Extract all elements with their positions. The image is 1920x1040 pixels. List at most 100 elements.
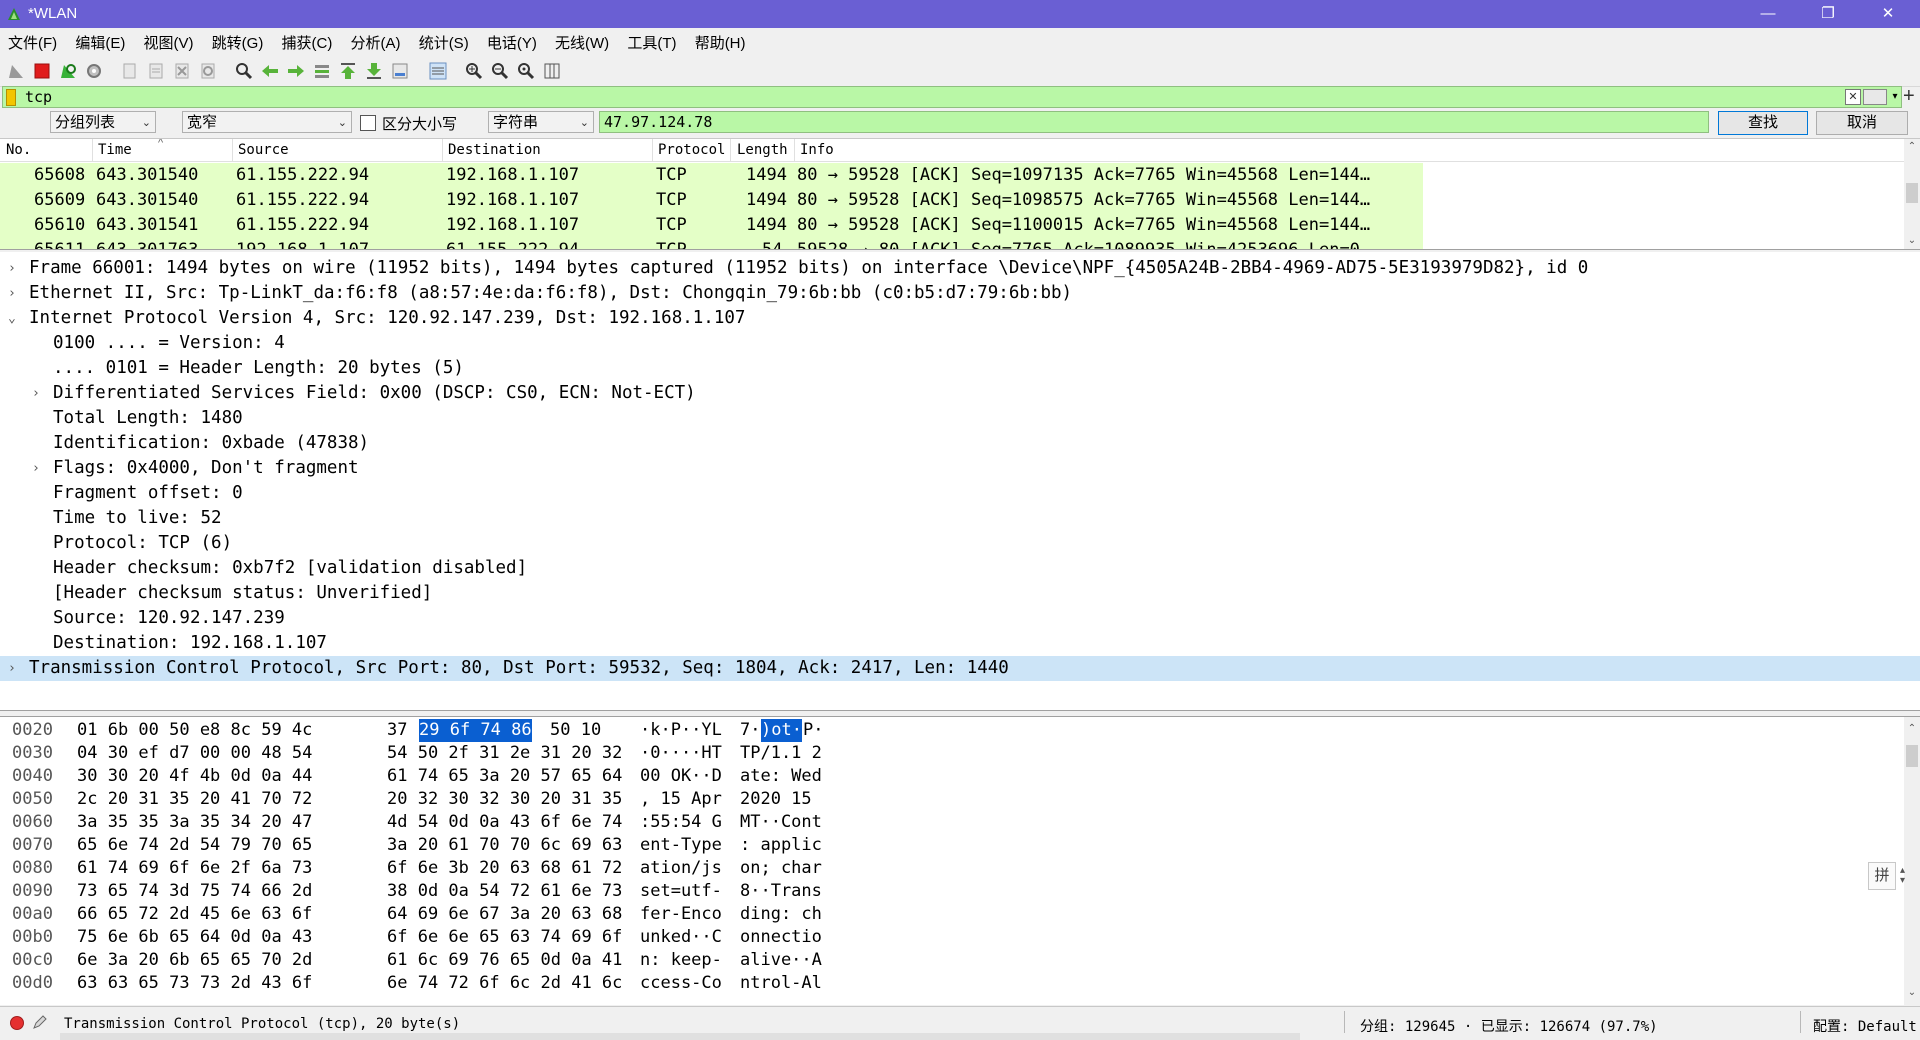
- search-input[interactable]: 47.97.124.78: [599, 111, 1709, 133]
- menu-help[interactable]: 帮助(H): [687, 28, 752, 53]
- profile-status[interactable]: 配置: Default: [1813, 1016, 1917, 1036]
- column-header-source[interactable]: Source: [238, 142, 289, 158]
- close-button[interactable]: ✕: [1860, 0, 1916, 28]
- column-header-destination[interactable]: Destination: [448, 142, 541, 158]
- tree-item[interactable]: .... 0101 = Header Length: 20 bytes (5): [0, 356, 1920, 381]
- shark-fin-start-icon[interactable]: [6, 61, 26, 81]
- scroll-up-icon[interactable]: ⌃: [1904, 721, 1920, 737]
- expand-arrow-icon[interactable]: ›: [8, 656, 22, 681]
- tree-item[interactable]: ⌄ Internet Protocol Version 4, Src: 120.9…: [0, 306, 1920, 331]
- column-header-no[interactable]: No.: [6, 142, 31, 158]
- packet-row[interactable]: 65608 643.301540 61.155.222.94 192.168.1…: [0, 163, 1423, 188]
- tree-item[interactable]: › Flags: 0x4000, Don't fragment: [0, 456, 1920, 481]
- zoom-normal-icon[interactable]: [516, 61, 536, 81]
- scroll-down-icon[interactable]: ⌄: [1904, 233, 1920, 249]
- tree-item[interactable]: Source: 120.92.147.239: [0, 606, 1920, 631]
- collapse-arrow-icon[interactable]: ⌄: [8, 306, 22, 331]
- colorize-icon[interactable]: [428, 61, 448, 81]
- bytes-pane-scrollbar[interactable]: ⌃ ⌄: [1904, 717, 1920, 1005]
- case-sensitive-checkbox[interactable]: [360, 115, 376, 131]
- tree-item-selected[interactable]: › Transmission Control Protocol, Src Port…: [0, 656, 1920, 681]
- column-header-info[interactable]: Info: [800, 142, 834, 158]
- tree-item[interactable]: › Ethernet II, Src: Tp-LinkT_da:f6:f8 (a8…: [0, 281, 1920, 306]
- scroll-up-icon[interactable]: ⌃: [1904, 139, 1920, 155]
- column-divider[interactable]: [442, 139, 443, 161]
- expand-arrow-icon[interactable]: ›: [8, 256, 22, 281]
- close-file-icon[interactable]: [172, 61, 192, 81]
- display-filter-bar[interactable]: tcp ✕ ▾: [2, 86, 1902, 108]
- menu-capture[interactable]: 捕获(C): [274, 28, 339, 53]
- tree-item[interactable]: [Header checksum status: Unverified]: [0, 581, 1920, 606]
- search-charset-select[interactable]: 宽窄 ⌄: [182, 111, 352, 133]
- menu-tools[interactable]: 工具(T): [619, 28, 682, 53]
- packet-row[interactable]: 65610 643.301541 61.155.222.94 192.168.1…: [0, 213, 1423, 238]
- packet-list[interactable]: No. Time ^ Source Destination Protocol L…: [0, 138, 1920, 250]
- menu-view[interactable]: 视图(V): [136, 28, 200, 53]
- column-divider[interactable]: [652, 139, 653, 161]
- cancel-button[interactable]: 取消: [1816, 111, 1908, 135]
- menu-go[interactable]: 跳转(G): [204, 28, 270, 53]
- filter-bookmark-icon[interactable]: [6, 89, 16, 106]
- menu-wireless[interactable]: 无线(W): [547, 28, 615, 53]
- autoscroll-icon[interactable]: [390, 61, 410, 81]
- go-back-icon[interactable]: [260, 61, 280, 81]
- tree-item[interactable]: Protocol: TCP (6): [0, 531, 1920, 556]
- expand-arrow-icon[interactable]: ›: [32, 381, 46, 406]
- expand-arrow-icon[interactable]: ›: [32, 456, 46, 481]
- go-to-packet-icon[interactable]: [312, 61, 332, 81]
- tree-item[interactable]: Time to live: 52: [0, 506, 1920, 531]
- reload-file-icon[interactable]: [198, 61, 218, 81]
- column-divider[interactable]: [794, 139, 795, 161]
- zoom-out-icon[interactable]: [490, 61, 510, 81]
- filter-history-dropdown-icon[interactable]: ▾: [1889, 87, 1901, 107]
- scrollbar-thumb[interactable]: [1906, 183, 1918, 203]
- search-type-select[interactable]: 字符串 ⌄: [488, 111, 594, 133]
- zoom-in-icon[interactable]: [464, 61, 484, 81]
- tree-item[interactable]: 0100 .... = Version: 4: [0, 331, 1920, 356]
- search-scope-select[interactable]: 分组列表 ⌄: [50, 111, 156, 133]
- column-divider[interactable]: [730, 139, 731, 161]
- clear-filter-icon[interactable]: ✕: [1845, 89, 1861, 105]
- open-file-icon[interactable]: [120, 61, 140, 81]
- restart-capture-icon[interactable]: [58, 61, 78, 81]
- display-filter-input[interactable]: tcp: [25, 88, 52, 106]
- ime-indicator-icon[interactable]: 拼: [1868, 862, 1896, 890]
- column-divider[interactable]: [232, 139, 233, 161]
- column-header-length[interactable]: Length: [737, 142, 788, 158]
- tree-item[interactable]: Fragment offset: 0: [0, 481, 1920, 506]
- column-header-time[interactable]: Time: [98, 142, 132, 158]
- minimize-button[interactable]: —: [1740, 0, 1796, 28]
- menu-file[interactable]: 文件(F): [0, 28, 63, 53]
- capture-comment-icon[interactable]: [32, 1014, 48, 1030]
- scrollbar-thumb[interactable]: [1906, 745, 1918, 767]
- packet-row[interactable]: 65611 643.301763 192.168.1.107 61.155.22…: [0, 238, 1423, 249]
- scroll-down-icon[interactable]: ⌄: [1904, 985, 1920, 1001]
- find-button[interactable]: 查找: [1718, 111, 1808, 135]
- ime-scroll-icon[interactable]: ▴ ▾: [1900, 866, 1905, 886]
- menu-telephony[interactable]: 电话(Y): [479, 28, 543, 53]
- tree-item[interactable]: Header checksum: 0xb7f2 [validation disa…: [0, 556, 1920, 581]
- tree-item[interactable]: › Differentiated Services Field: 0x00 (DS…: [0, 381, 1920, 406]
- tree-item[interactable]: Total Length: 1480: [0, 406, 1920, 431]
- add-filter-button[interactable]: +: [1903, 85, 1915, 108]
- resize-columns-icon[interactable]: [542, 61, 562, 81]
- menu-statistics[interactable]: 统计(S): [411, 28, 475, 53]
- packet-row[interactable]: 65609 643.301540 61.155.222.94 192.168.1…: [0, 188, 1423, 213]
- packet-details-tree[interactable]: › Frame 66001: 1494 bytes on wire (11952 …: [0, 252, 1920, 711]
- go-first-icon[interactable]: [338, 61, 358, 81]
- find-packet-icon[interactable]: [234, 61, 254, 81]
- column-header-protocol[interactable]: Protocol: [658, 142, 725, 158]
- tree-item[interactable]: Destination: 192.168.1.107: [0, 631, 1920, 656]
- expand-arrow-icon[interactable]: ›: [8, 281, 22, 306]
- tree-item[interactable]: › Frame 66001: 1494 bytes on wire (11952 …: [0, 256, 1920, 281]
- capture-options-icon[interactable]: [84, 61, 104, 81]
- packet-list-scrollbar[interactable]: ⌃ ⌄: [1904, 139, 1920, 249]
- column-divider[interactable]: [92, 139, 93, 161]
- save-file-icon[interactable]: [146, 61, 166, 81]
- packet-bytes-pane[interactable]: 0020 01 6b 00 50 e8 8c 59 4c 37 1e 29 6f…: [0, 716, 1920, 1005]
- stop-capture-icon[interactable]: [32, 61, 52, 81]
- go-last-icon[interactable]: [364, 61, 384, 81]
- menu-edit[interactable]: 编辑(E): [67, 28, 131, 53]
- go-forward-icon[interactable]: [286, 61, 306, 81]
- menu-analyze[interactable]: 分析(A): [343, 28, 407, 53]
